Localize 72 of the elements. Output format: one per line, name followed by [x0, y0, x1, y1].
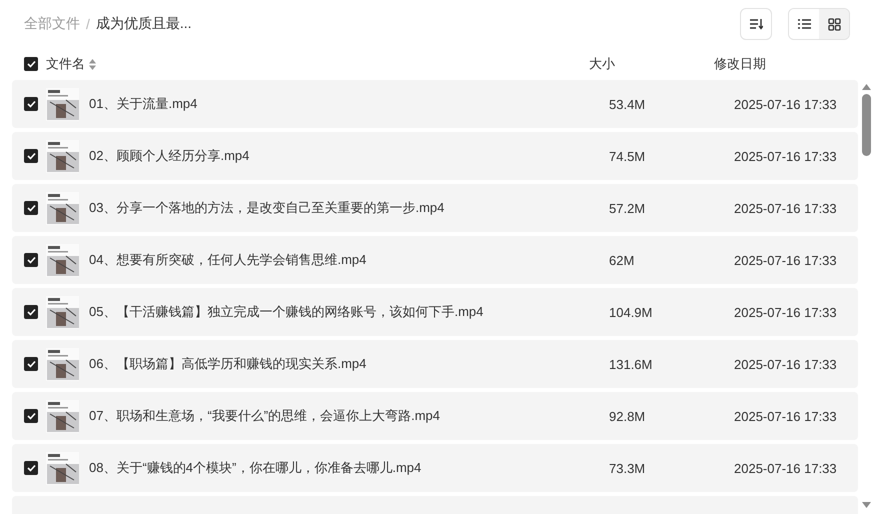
- checkmark-icon: [26, 412, 36, 420]
- sort-icon: [749, 18, 763, 30]
- checkmark-icon: [26, 464, 36, 472]
- grid-icon: [828, 18, 840, 30]
- file-size: 53.4M: [609, 96, 646, 112]
- file-row[interactable]: 08、关于“赚钱的4个模块”，你在哪儿，你准备去哪儿.mp4 73.3M 2025-07-16 17:33: [12, 444, 858, 492]
- file-name: 04、想要有所突破，任何人先学会销售思维.mp4: [89, 251, 368, 269]
- video-thumbnail: [46, 140, 79, 172]
- checkbox[interactable]: [24, 409, 38, 423]
- video-thumbnail: [46, 452, 79, 484]
- file-name: 06、【职场篇】高低学历和赚钱的现实关系.mp4: [89, 355, 368, 373]
- checkmark-icon: [26, 100, 36, 108]
- file-size: 62M: [609, 252, 636, 268]
- sort-arrows-icon[interactable]: [89, 58, 96, 70]
- video-thumbnail: [46, 244, 79, 276]
- checkmark-icon: [26, 204, 36, 212]
- file-name: 05、【干活赚钱篇】独立完成一个赚钱的网络账号，该如何下手.mp4: [89, 303, 484, 321]
- file-name: 02、顾顾个人经历分享.mp4: [89, 147, 250, 165]
- modified-date: 2025-07-16 17:33: [734, 356, 838, 372]
- checkbox[interactable]: [24, 201, 38, 215]
- scrollbar-thumb[interactable]: [862, 94, 870, 156]
- modified-date: 2025-07-16 17:33: [734, 460, 838, 476]
- file-row[interactable]: 07、职场和生意场，“我要什么”的思维，会逼你上大弯路.mp4 92.8M 2025-07-16 17:33: [12, 392, 858, 440]
- video-thumbnail: [46, 400, 79, 432]
- checkbox[interactable]: [24, 357, 38, 371]
- file-size: 74.5M: [609, 148, 646, 164]
- checkmark-icon: [26, 152, 36, 160]
- video-thumbnail: [46, 88, 79, 120]
- checkmark-icon: [26, 256, 36, 264]
- column-header[interactable]: 修改日期: [714, 55, 838, 73]
- modified-date: 2025-07-16 17:33: [734, 408, 838, 424]
- breadcrumb-current: 成为优质且最...: [96, 15, 192, 33]
- file-row[interactable]: 02、顾顾个人经历分享.mp4 74.5M 2025-07-16 17:33: [12, 132, 858, 180]
- video-thumbnail: [46, 296, 79, 328]
- file-size: 73.3M: [609, 460, 646, 476]
- file-name: 01、关于流量.mp4: [89, 95, 198, 113]
- file-row[interactable]: 06、【职场篇】高低学历和赚钱的现实关系.mp4 131.6M 2025-07-16 17:33: [12, 340, 858, 388]
- file-name: 07、职场和生意场，“我要什么”的思维，会逼你上大弯路.mp4: [89, 407, 442, 425]
- checkbox[interactable]: [24, 57, 38, 71]
- breadcrumb-separator: /: [86, 16, 90, 32]
- scroll-down-icon[interactable]: [862, 502, 870, 508]
- checkbox[interactable]: [24, 97, 38, 111]
- checkbox[interactable]: [24, 305, 38, 319]
- sort-button[interactable]: [740, 8, 772, 40]
- column-header[interactable]: 文件名: [46, 55, 85, 73]
- file-name: 03、分享一个落地的方法，是改变自己至关重要的第一步.mp4: [89, 199, 446, 217]
- checkmark-icon: [26, 360, 36, 368]
- checkbox[interactable]: [24, 461, 38, 475]
- modified-date: 2025-07-16 17:33: [734, 96, 838, 112]
- modified-date: 2025-07-16 17:33: [734, 148, 838, 164]
- file-size: 131.6M: [609, 356, 654, 372]
- grid-view-button[interactable]: [819, 9, 849, 39]
- file-size: 104.9M: [609, 304, 654, 320]
- column-header[interactable]: 大小: [589, 55, 714, 73]
- video-thumbnail: [46, 348, 79, 380]
- file-row[interactable]: 01、关于流量.mp4 53.4M 2025-07-16 17:33: [12, 80, 858, 128]
- file-row[interactable]: 03、分享一个落地的方法，是改变自己至关重要的第一步.mp4 57.2M 2025-07-16 17:33: [12, 184, 858, 232]
- checkmark-icon: [26, 308, 36, 316]
- file-row[interactable]: 05、【干活赚钱篇】独立完成一个赚钱的网络账号，该如何下手.mp4 104.9M 2025-07-16 17:33: [12, 288, 858, 336]
- list-icon: [798, 19, 810, 29]
- file-size: 92.8M: [609, 408, 646, 424]
- checkmark-icon: [26, 60, 36, 68]
- video-thumbnail: [46, 192, 79, 224]
- modified-date: 2025-07-16 17:33: [734, 304, 838, 320]
- scroll-up-icon[interactable]: [862, 84, 870, 90]
- file-row[interactable]: 04、想要有所突破，任何人先学会销售思维.mp4 62M 2025-07-16 17:33: [12, 236, 858, 284]
- file-name: 08、关于“赚钱的4个模块”，你在哪儿，你准备去哪儿.mp4: [89, 459, 422, 477]
- checkbox[interactable]: [24, 149, 38, 163]
- modified-date: 2025-07-16 17:33: [734, 252, 838, 268]
- checkbox[interactable]: [24, 253, 38, 267]
- modified-date: 2025-07-16 17:33: [734, 200, 838, 216]
- file-size: 57.2M: [609, 200, 646, 216]
